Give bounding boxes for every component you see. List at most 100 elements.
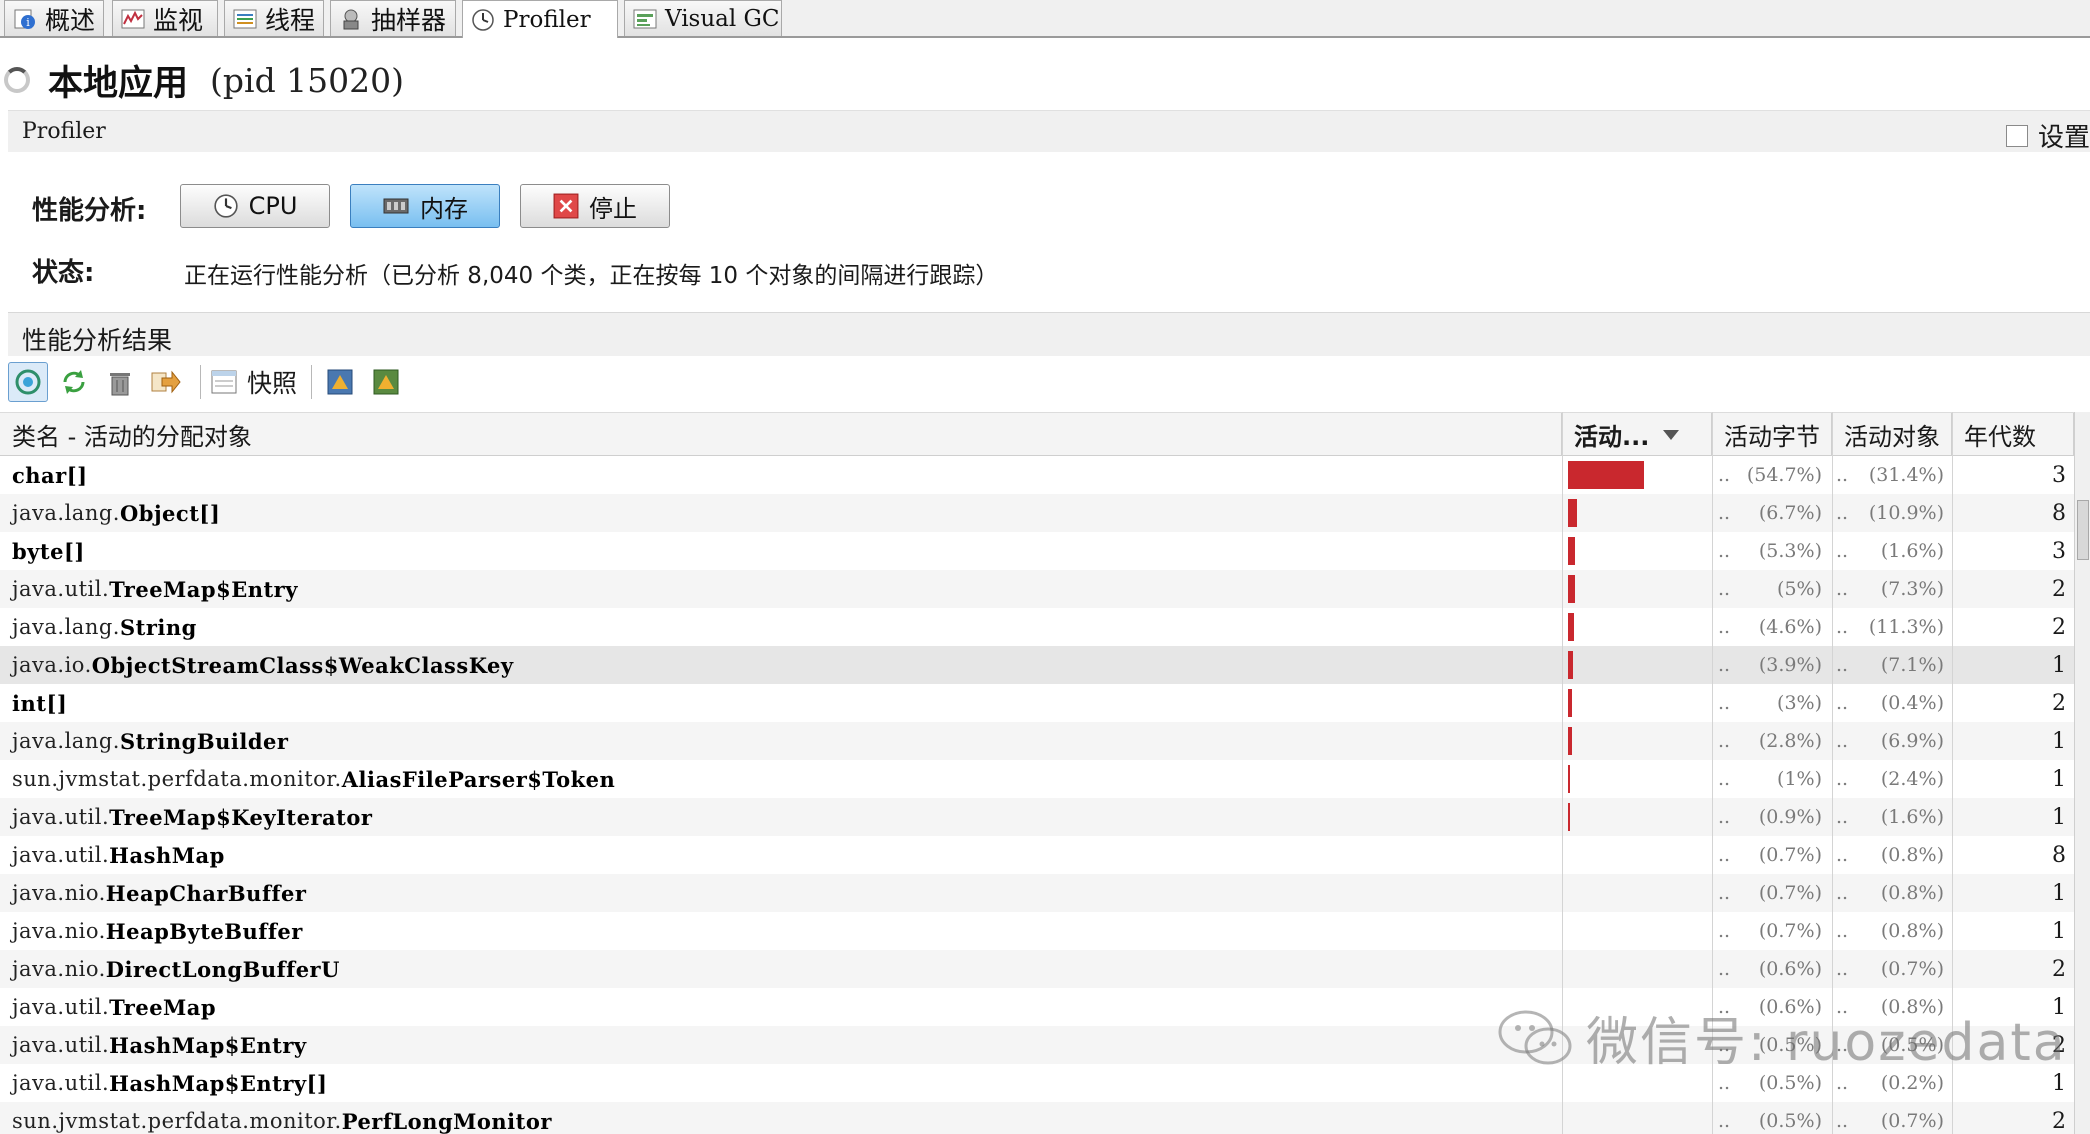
live-bar-cell bbox=[1568, 646, 1708, 684]
live-objects-percent: (6.9%) bbox=[1880, 730, 1944, 752]
perf-analysis-label: 性能分析: bbox=[32, 196, 147, 226]
live-allocation-bar bbox=[1568, 575, 1575, 603]
live-bytes-cell: .. (4.6%) bbox=[1718, 608, 1822, 646]
tab-monitor[interactable]: 监视 bbox=[112, 0, 218, 36]
table-row[interactable]: java.lang. StringBuilder.. (2.8%).. (6.9%) 1 bbox=[0, 722, 2090, 760]
profiler-panel-header: Profiler 设置 bbox=[8, 110, 2090, 154]
class-name-cell: char[] bbox=[12, 456, 88, 494]
live-bytes-percent: (5.3%) bbox=[1758, 540, 1822, 562]
live-bytes-cell: .. (0.5%) bbox=[1718, 1102, 1822, 1134]
tab-profiler[interactable]: Profiler bbox=[462, 0, 618, 38]
table-row[interactable]: java.nio. DirectLongBufferU.. (0.6%).. (0.7… bbox=[0, 950, 2090, 988]
table-row[interactable]: java.nio. HeapCharBuffer.. (0.7%).. (0.8%) 1 bbox=[0, 874, 2090, 912]
class-name-cell: java.util. TreeMap$KeyIterator bbox=[12, 798, 372, 836]
table-row[interactable]: int[].. (3%).. (0.4%) 2 bbox=[0, 684, 2090, 722]
class-name-cell: sun.jvmstat.perfdata.monitor. PerfLongMon… bbox=[12, 1102, 552, 1134]
live-allocation-bar bbox=[1568, 537, 1576, 565]
class-name-cell: java.util. TreeMap$Entry bbox=[12, 570, 298, 608]
tab-visual-gc[interactable]: Visual GC bbox=[624, 0, 782, 36]
live-bytes-cell: .. (6.7%) bbox=[1718, 494, 1822, 532]
class-name: DirectLongBufferU bbox=[105, 956, 340, 982]
auto-refresh-button[interactable] bbox=[8, 362, 48, 402]
truncation-dots: .. bbox=[1718, 654, 1731, 676]
package-name: java.util. bbox=[12, 843, 110, 867]
tab-sampler[interactable]: 抽样器 bbox=[330, 0, 456, 36]
class-name-cell: java.util. HashMap bbox=[12, 836, 225, 874]
live-bar-cell bbox=[1568, 722, 1708, 760]
toolbar-separator bbox=[200, 365, 201, 399]
table-row[interactable]: java.util. TreeMap$KeyIterator.. (0.9%).. (… bbox=[0, 798, 2090, 836]
generations-cell: 2 bbox=[2052, 1108, 2066, 1134]
class-name-cell: java.io. ObjectStreamClass$WeakClassKey bbox=[12, 646, 514, 684]
settings-checkbox[interactable] bbox=[2005, 124, 2028, 147]
thread-dump-button[interactable] bbox=[366, 362, 406, 402]
watermark: 微信号: ruozedata bbox=[1496, 1000, 2067, 1075]
live-allocation-bar bbox=[1568, 689, 1573, 717]
truncation-dots: .. bbox=[1836, 844, 1849, 866]
table-row[interactable]: java.util. TreeMap$Entry.. (5%).. (7.3%) 2 bbox=[0, 570, 2090, 608]
export-button[interactable] bbox=[146, 362, 186, 402]
vertical-scrollbar[interactable] bbox=[2074, 412, 2090, 1134]
generations-cell: 1 bbox=[2052, 918, 2066, 944]
table-row[interactable]: char[].. (54.7%).. (31.4%) 3 bbox=[0, 456, 2090, 494]
table-row[interactable]: sun.jvmstat.perfdata.monitor. AliasFilePa… bbox=[0, 760, 2090, 798]
live-objects-percent: (1.6%) bbox=[1880, 540, 1944, 562]
snapshot-button[interactable]: 快照 bbox=[209, 364, 297, 400]
class-name-cell: java.nio. DirectLongBufferU bbox=[12, 950, 340, 988]
cpu-button[interactable]: CPU bbox=[180, 184, 330, 228]
live-bytes-cell: .. (3%) bbox=[1718, 684, 1822, 722]
thread-dump-icon bbox=[373, 369, 399, 395]
generations-cell: 2 bbox=[2052, 614, 2066, 640]
column-header-live[interactable]: 活动... bbox=[1562, 413, 1712, 456]
delete-button[interactable] bbox=[100, 362, 140, 402]
settings-toggle[interactable]: 设置 bbox=[2005, 117, 2090, 154]
live-bytes-cell: .. (0.6%) bbox=[1718, 950, 1822, 988]
table-row[interactable]: java.lang. String.. (4.6%).. (11.3%) 2 bbox=[0, 608, 2090, 646]
threads-icon bbox=[233, 9, 257, 28]
stop-button[interactable]: 停止 bbox=[520, 184, 670, 228]
class-name-cell: java.nio. HeapCharBuffer bbox=[12, 874, 306, 912]
scrollbar-thumb[interactable] bbox=[2077, 500, 2089, 560]
class-name: byte[] bbox=[12, 538, 85, 564]
table-row[interactable]: java.io. ObjectStreamClass$WeakClassKey..… bbox=[0, 646, 2090, 684]
heap-dump-button[interactable] bbox=[320, 362, 360, 402]
toolbar-separator bbox=[311, 365, 313, 399]
live-bytes-percent: (0.7%) bbox=[1758, 920, 1822, 942]
generations-cell: 8 bbox=[2052, 500, 2066, 526]
visual-gc-icon bbox=[633, 9, 657, 28]
table-row[interactable]: java.lang. Object[].. (6.7%).. (10.9%) 8 bbox=[0, 494, 2090, 532]
class-name: TreeMap$KeyIterator bbox=[109, 804, 373, 830]
package-name: java.util. bbox=[12, 1071, 110, 1095]
truncation-dots: .. bbox=[1718, 730, 1731, 752]
column-header-live-objects-label: 活动对象 bbox=[1844, 423, 1940, 451]
truncation-dots: .. bbox=[1836, 502, 1849, 524]
class-name: HashMap bbox=[109, 842, 225, 868]
trash-icon bbox=[110, 373, 130, 396]
live-objects-cell: .. (0.8%) bbox=[1836, 836, 1944, 874]
column-header-generations[interactable]: 年代数 bbox=[1952, 413, 2074, 456]
live-objects-cell: .. (31.4%) bbox=[1836, 456, 1944, 494]
truncation-dots: .. bbox=[1836, 1110, 1849, 1132]
truncation-dots: .. bbox=[1718, 502, 1731, 524]
class-name: HashMap$Entry bbox=[109, 1032, 307, 1058]
table-row[interactable]: java.util. HashMap.. (0.7%).. (0.8%) 8 bbox=[0, 836, 2090, 874]
column-header-class-name[interactable]: 类名 - 活动的分配对象 bbox=[0, 413, 1562, 456]
live-objects-cell: .. (7.3%) bbox=[1836, 570, 1944, 608]
tab-threads[interactable]: 线程 bbox=[224, 0, 324, 36]
column-header-live-bytes[interactable]: 活动字节 bbox=[1712, 413, 1832, 456]
tab-overview[interactable]: i 概述 bbox=[4, 0, 104, 36]
class-name-cell: java.util. HashMap$Entry bbox=[12, 1026, 307, 1064]
truncation-dots: .. bbox=[1836, 730, 1849, 752]
package-name: java.nio. bbox=[12, 881, 106, 905]
auto-refresh-icon bbox=[15, 369, 41, 395]
class-name: String bbox=[119, 614, 197, 640]
profiler-panel-label: Profiler bbox=[22, 119, 106, 144]
table-row[interactable]: java.nio. HeapByteBuffer.. (0.7%).. (0.8%) 1 bbox=[0, 912, 2090, 950]
refresh-button[interactable] bbox=[54, 362, 94, 402]
column-header-live-objects[interactable]: 活动对象 bbox=[1832, 413, 1952, 456]
table-row[interactable]: sun.jvmstat.perfdata.monitor. PerfLongMon… bbox=[0, 1102, 2090, 1134]
memory-button[interactable]: 内存 bbox=[350, 184, 500, 228]
live-bytes-percent: (3.9%) bbox=[1758, 654, 1822, 676]
table-row[interactable]: byte[].. (5.3%).. (1.6%) 3 bbox=[0, 532, 2090, 570]
snapshot-icon bbox=[211, 370, 237, 394]
